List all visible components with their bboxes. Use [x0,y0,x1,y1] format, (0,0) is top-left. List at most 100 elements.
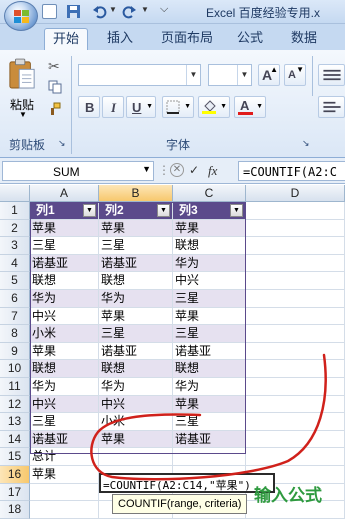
cell-a10[interactable]: 联想 [30,360,99,378]
grow-font-button[interactable]: A ▲ [258,64,280,86]
copy-icon[interactable] [48,80,62,94]
formula-input[interactable]: =COUNTIF(A2:C [238,161,345,181]
cell-a2[interactable]: 苹果 [30,219,99,238]
cell-d8[interactable] [246,325,345,343]
column-header-a[interactable]: A [30,185,99,202]
row-header-17[interactable]: 17 [0,483,30,502]
paste-button[interactable]: 粘贴 ▼ [4,56,40,119]
cell-d2[interactable] [246,219,345,238]
row-header-11[interactable]: 11 [0,378,30,396]
cell-a3[interactable]: 三星 [30,237,99,255]
undo-dropdown-icon[interactable]: ▼ [109,5,117,14]
borders-button[interactable]: ▼ [162,96,194,118]
office-button[interactable] [4,1,38,31]
cell-d5[interactable] [246,272,345,290]
cell-a7[interactable]: 中兴 [30,307,99,326]
row-header-3[interactable]: 3 [0,237,30,255]
cell-c12[interactable]: 苹果 [173,395,246,414]
clipboard-launcher-icon[interactable]: ↘ [58,138,66,149]
cell-d1[interactable] [246,202,345,220]
cell-d3[interactable] [246,237,345,255]
italic-button[interactable]: I [102,96,124,118]
cell-b12[interactable]: 中兴 [99,395,173,414]
tab-page-layout[interactable]: 页面布局 [152,28,222,50]
cell-b14[interactable]: 苹果 [99,430,173,449]
cell-a4[interactable]: 诺基亚 [30,254,99,273]
cell-c8[interactable]: 三星 [173,325,246,343]
row-header-9[interactable]: 9 [0,342,30,361]
format-painter-icon[interactable] [48,102,62,116]
filter-dropdown-icon[interactable]: ▼ [83,204,96,217]
row-header-10[interactable]: 10 [0,360,30,378]
redo-dropdown-icon[interactable]: ▼ [141,5,149,14]
fill-color-button[interactable]: ▼ [198,96,230,118]
row-header-14[interactable]: 14 [0,430,30,449]
cell-b8[interactable]: 三星 [99,325,173,343]
cell-b2[interactable]: 苹果 [99,219,173,238]
cell-b11[interactable]: 华为 [99,378,173,396]
cell-a16[interactable]: 苹果 [30,466,99,484]
row-header-12[interactable]: 12 [0,395,30,414]
alignment-button[interactable] [318,64,345,86]
cell-d9[interactable] [246,342,345,361]
cell-c14[interactable]: 诺基亚 [173,430,246,449]
font-launcher-icon[interactable]: ↘ [302,138,310,149]
cell-c4[interactable]: 华为 [173,254,246,273]
cell-a6[interactable]: 华为 [30,290,99,308]
cell-d10[interactable] [246,360,345,378]
row-header-18[interactable]: 18 [0,501,30,519]
cell-c13[interactable]: 三星 [173,413,246,431]
function-tooltip[interactable]: COUNTIF(range, criteria) [112,494,248,514]
cell-d14[interactable] [246,430,345,449]
column-header-c[interactable]: C [173,185,246,202]
cell-b1[interactable]: 列2 ▼ [99,202,173,220]
customize-qat-icon[interactable]: ⌵ [160,3,168,16]
cell-a5[interactable]: 联想 [30,272,99,290]
row-header-6[interactable]: 6 [0,290,30,308]
cell-b10[interactable]: 联想 [99,360,173,378]
cell-b4[interactable]: 诺基亚 [99,254,173,273]
redo-icon[interactable] [122,4,137,19]
row-header-2[interactable]: 2 [0,219,30,238]
cell-c9[interactable]: 诺基亚 [173,342,246,361]
cell-d6[interactable] [246,290,345,308]
cell-a17[interactable] [30,483,99,502]
font-size-select[interactable]: ▼ [208,64,252,86]
bold-button[interactable]: B [78,96,100,118]
cell-d13[interactable] [246,413,345,431]
font-name-select[interactable]: ▼ [78,64,201,86]
cell-d7[interactable] [246,307,345,326]
filter-dropdown-icon[interactable]: ▼ [157,204,170,217]
cell-b15[interactable] [99,448,173,466]
filter-dropdown-icon[interactable]: ▼ [230,204,243,217]
row-header-1[interactable]: 1 [0,202,30,220]
cell-b7[interactable]: 苹果 [99,307,173,326]
cell-a8[interactable]: 小米 [30,325,99,343]
name-box-dropdown-icon[interactable]: ▼ [142,164,151,174]
undo-icon[interactable] [92,4,107,19]
row-header-4[interactable]: 4 [0,254,30,273]
cut-icon[interactable]: ✂ [48,58,60,75]
cell-c3[interactable]: 联想 [173,237,246,255]
cell-c7[interactable]: 苹果 [173,307,246,326]
row-header-7[interactable]: 7 [0,307,30,326]
row-header-8[interactable]: 8 [0,325,30,343]
font-color-button[interactable]: A ▼ [234,96,266,118]
cell-a13[interactable]: 三星 [30,413,99,431]
cell-a14[interactable]: 诺基亚 [30,430,99,449]
cell-d11[interactable] [246,378,345,396]
tab-data[interactable]: 数据 [282,28,326,50]
cell-b5[interactable]: 联想 [99,272,173,290]
enter-check-icon[interactable]: ✓ [189,163,199,177]
cell-c11[interactable]: 华为 [173,378,246,396]
cell-a9[interactable]: 苹果 [30,342,99,361]
row-header-16[interactable]: 16 [0,466,30,484]
align-bottom-button[interactable] [318,96,345,118]
save-icon[interactable] [66,4,81,19]
cell-b3[interactable]: 三星 [99,237,173,255]
insert-function-button[interactable]: fx [208,163,217,179]
row-header-13[interactable]: 13 [0,413,30,431]
cell-a18[interactable] [30,501,99,519]
shrink-font-button[interactable]: A ▼ [284,64,306,86]
paste-dropdown-icon[interactable]: ▼ [19,110,27,119]
